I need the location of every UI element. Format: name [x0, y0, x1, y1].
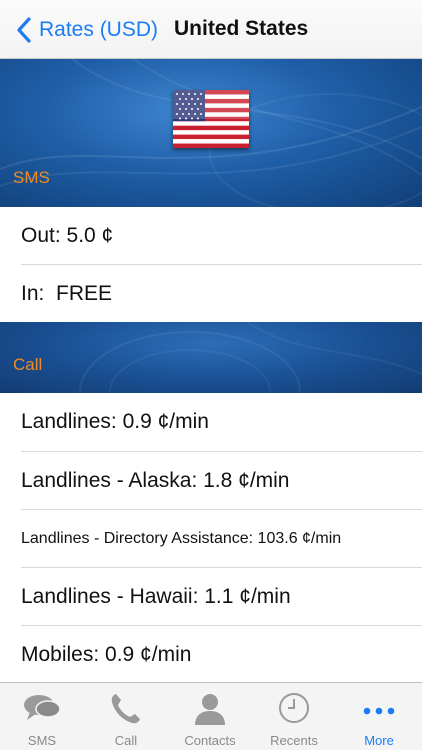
- tab-sms[interactable]: SMS: [0, 683, 84, 750]
- us-flag-icon: [173, 90, 249, 148]
- back-button[interactable]: Rates (USD): [14, 14, 158, 46]
- tab-more[interactable]: More: [337, 683, 421, 750]
- tab-label: Call: [114, 733, 138, 748]
- sms-section-label: SMS: [13, 168, 50, 187]
- tab-recents[interactable]: Recents: [252, 683, 336, 750]
- speech-bubbles-icon: [24, 695, 61, 720]
- more-dots-icon: [363, 707, 395, 715]
- chevron-left-icon: [17, 17, 31, 43]
- call-rate-row: Landlines: 0.9 ¢/min: [0, 393, 422, 451]
- person-silhouette-icon: [195, 694, 225, 725]
- tab-bar: SMS Call Contacts Recents More: [0, 682, 422, 750]
- tab-label: Recents: [270, 733, 318, 748]
- decorative-waves: [79, 322, 422, 393]
- phone-handset-icon: [111, 694, 140, 724]
- tab-label: More: [364, 733, 394, 748]
- tab-contacts[interactable]: Contacts: [168, 683, 252, 750]
- clock-icon: [279, 693, 309, 723]
- tab-label: SMS: [27, 733, 57, 748]
- sms-rate-in: In: FREE: [0, 265, 422, 323]
- page-title: United States: [174, 17, 309, 40]
- call-section-header: Call: [0, 322, 422, 393]
- call-rate-row: Landlines - Alaska: 1.8 ¢/min: [0, 452, 422, 510]
- country-banner: SMS: [0, 59, 422, 207]
- call-rate-row: Landlines - Hawaii: 1.1 ¢/min: [0, 568, 422, 626]
- sms-rate-out: Out: 5.0 ¢: [0, 207, 422, 265]
- call-section-label: Call: [13, 355, 43, 374]
- call-rate-row: Landlines - Directory Assistance: 103.6 …: [0, 510, 422, 568]
- navigation-bar: Rates (USD) United States: [0, 0, 422, 59]
- call-rate-row: Mobiles: 0.9 ¢/min: [0, 626, 422, 684]
- tab-label: Contacts: [184, 733, 236, 748]
- tab-call[interactable]: Call: [84, 683, 168, 750]
- back-button-label: Rates (USD): [39, 18, 159, 41]
